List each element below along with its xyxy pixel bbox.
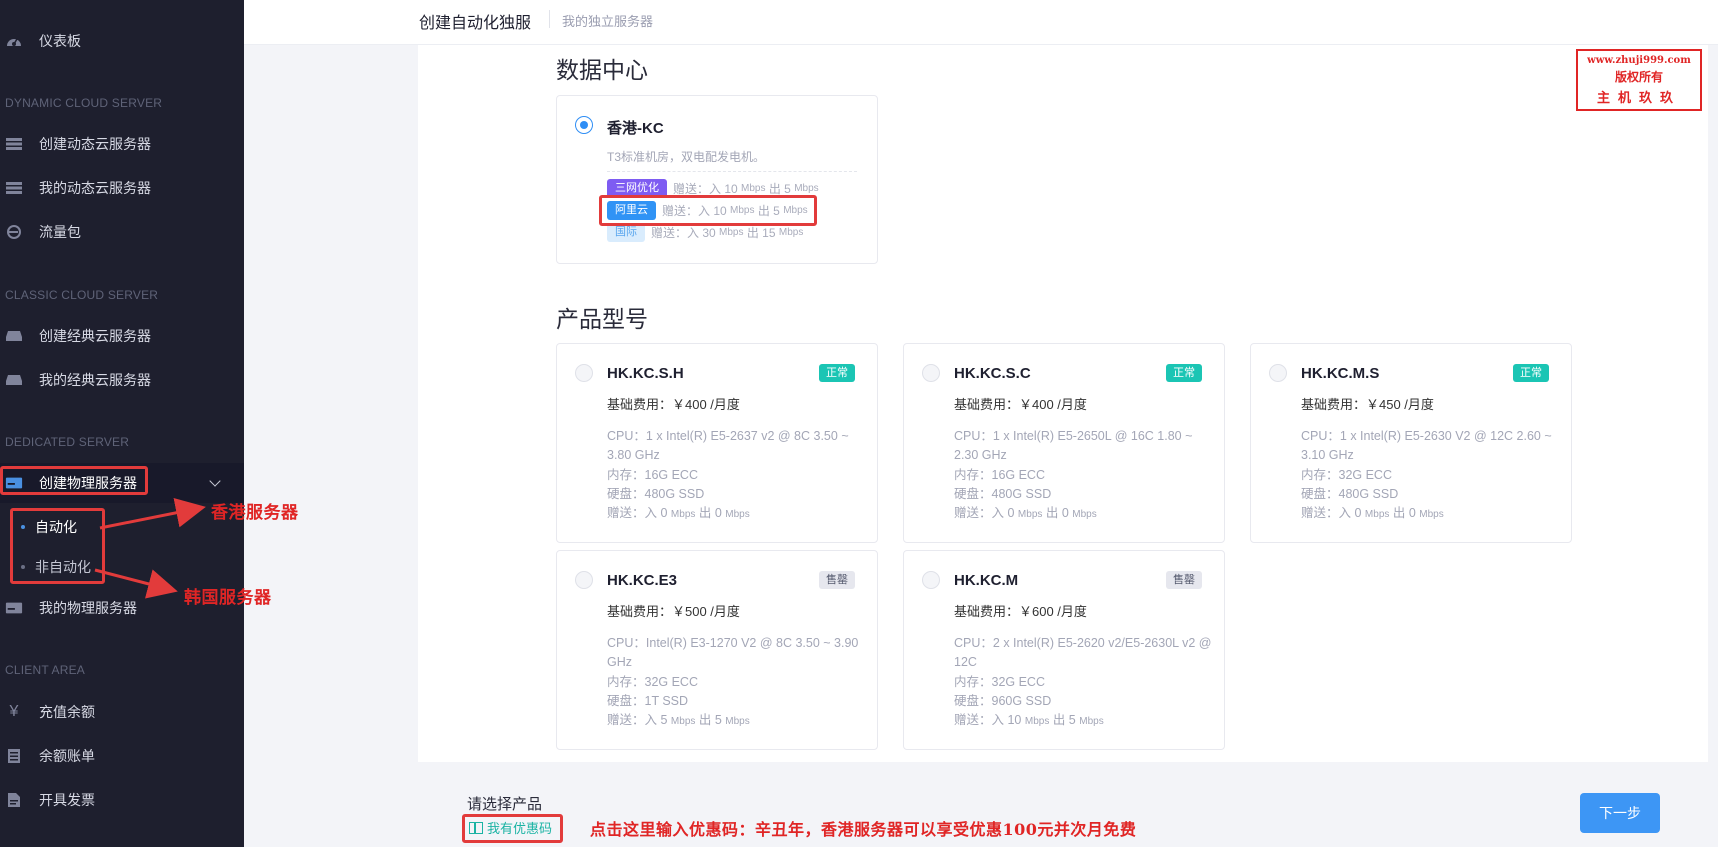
watermark-site: www.zhuji999.com bbox=[1587, 55, 1691, 66]
arrow-hk bbox=[99, 497, 206, 530]
watermark-rights: 版权所有 bbox=[1614, 70, 1663, 84]
annotation-arrows bbox=[94, 497, 206, 599]
arrow-kr bbox=[94, 568, 178, 599]
annotation-hk: 香港服务器 bbox=[211, 503, 299, 523]
watermark-brand: 主机玖玖 bbox=[1596, 91, 1681, 106]
annotation-kr: 韩国服务器 bbox=[184, 588, 272, 608]
annotation-coupon: 点击这里输入优惠码：辛丑年，香港服务器可以享受优惠100元并次月免费 bbox=[590, 820, 1137, 839]
watermark: www.zhuji999.com 版权所有 主机玖玖 bbox=[1576, 49, 1702, 111]
